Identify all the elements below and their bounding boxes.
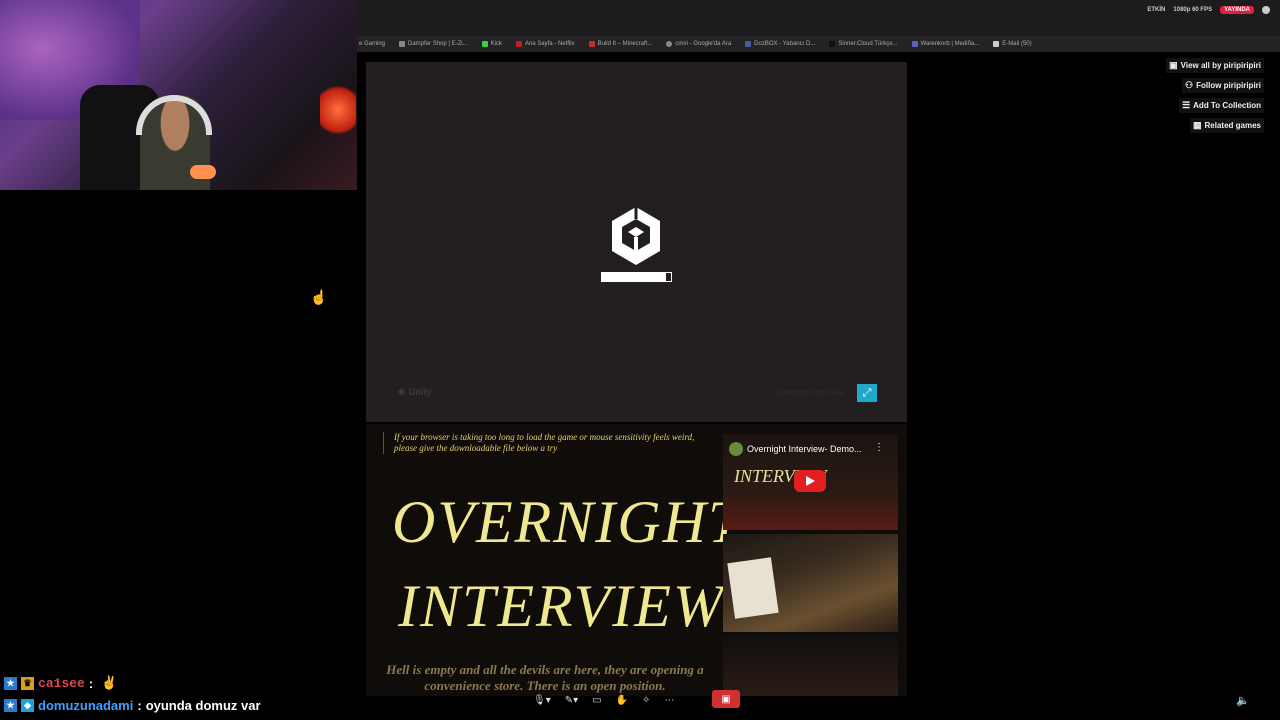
- screenshot-thumbnail[interactable]: [723, 534, 898, 632]
- quality-label: 1080p 60 FPS: [1173, 7, 1213, 13]
- view-all-button[interactable]: ▣ View all by piripiripiri: [1166, 58, 1264, 73]
- webcam-microphone: [190, 165, 216, 179]
- browser-top-bar: ETKİN 1080p 60 FPS YAYINDA: [357, 0, 1280, 36]
- badge-icon: ★: [4, 698, 17, 712]
- related-games-button[interactable]: ▦ Related games: [1190, 118, 1264, 133]
- bookmark-item[interactable]: Build It – Minecraft...: [588, 41, 652, 47]
- chat-message: ★ ◆ domuzunadami : oyunda domuz var: [4, 694, 261, 716]
- game-footer-title: Overnight Interview: [775, 388, 844, 397]
- video-more-icon[interactable]: ⋮: [874, 442, 884, 453]
- record-dot-icon: [1262, 6, 1270, 14]
- bookmark-item[interactable]: e Gaming: [359, 41, 385, 47]
- user-grid-icon: ▣: [1169, 60, 1178, 70]
- live-badge: YAYINDA: [1220, 6, 1254, 14]
- bookmarks-bar: e Gaming Dampfer Shop | E-Zi... Kick Ana…: [357, 36, 1280, 52]
- play-button[interactable]: [794, 470, 826, 492]
- bookmark-item[interactable]: Warenkorb | Mediña...: [911, 41, 979, 47]
- chat-username: ca1see: [38, 675, 85, 691]
- game-title-line1: OVERNIGHT: [392, 489, 744, 555]
- bookmark-favicon-icon: [399, 41, 406, 47]
- bookmark-item[interactable]: cmiri - Google'da Ara: [666, 41, 731, 47]
- browser-note: If your browser is taking too long to lo…: [383, 432, 703, 454]
- microphone-icon[interactable]: 🎙▾: [533, 695, 551, 706]
- video-title[interactable]: Overnight Interview- Demo...: [729, 442, 862, 456]
- screenshot-poster: [727, 557, 779, 619]
- stop-share-button[interactable]: ▣: [712, 690, 740, 708]
- bookmark-item[interactable]: Kick: [481, 41, 502, 47]
- chat-message: ★ ♛ ca1see : ✌: [4, 672, 261, 694]
- crown-badge-icon: ♛: [21, 676, 34, 690]
- unity-footer-logo: ◈ Unity: [398, 386, 432, 397]
- badge-icon: ★: [4, 676, 17, 690]
- diamond-badge-icon: ◆: [21, 698, 34, 712]
- bookmark-favicon-icon: [515, 41, 522, 47]
- bookmark-item[interactable]: DozBOX - Yabancı D...: [745, 41, 815, 47]
- add-to-collection-button[interactable]: ☰ Add To Collection: [1179, 98, 1264, 113]
- unity-logo-icon: [612, 207, 660, 265]
- fullscreen-button[interactable]: ⤢: [857, 384, 877, 402]
- reactions-icon[interactable]: ✋: [616, 695, 628, 706]
- webcam-overlay: [0, 0, 357, 190]
- user-plus-icon: ⚇: [1185, 80, 1194, 90]
- loading-progress-bar: [601, 272, 672, 282]
- bookmark-favicon-icon: [829, 41, 836, 47]
- webcam-lamp: [320, 80, 356, 140]
- bookmark-favicon-icon: [745, 41, 752, 47]
- bookmark-item[interactable]: Dampfer Shop | E-Zi...: [399, 41, 468, 47]
- bookmark-favicon-icon: [666, 41, 673, 47]
- chat-overlay: ★ ♛ ca1see : ✌ ★ ◆ domuzunadami : oyunda…: [4, 672, 261, 716]
- chat-text: oyunda domuz var: [145, 697, 261, 713]
- bookmark-favicon-icon: [993, 41, 1000, 47]
- screen-share-icon[interactable]: ▭: [592, 695, 601, 706]
- play-icon: [806, 476, 815, 486]
- page-actions: ▣ View all by piripiripiri ⚇ Follow piripi…: [1166, 58, 1264, 133]
- loading-progress-fill: [602, 273, 667, 281]
- screenshot-thumbnail[interactable]: [723, 636, 898, 696]
- game-title-line2: INTERVIEW: [398, 573, 725, 639]
- map-icon: ▦: [1193, 120, 1202, 130]
- camera-icon[interactable]: ✎▾: [565, 695, 578, 706]
- emote-icon: ✌: [101, 675, 118, 690]
- bookmark-item[interactable]: Ana Sayfa - Netflix: [515, 41, 575, 47]
- stop-icon: ▣: [721, 693, 731, 705]
- mouse-cursor-icon: ☝: [310, 289, 328, 305]
- unity-small-icon: ◈: [398, 386, 405, 396]
- channel-avatar: [729, 442, 743, 456]
- etkin-label: ETKİN: [1147, 7, 1166, 13]
- bookmark-item[interactable]: E-Mail (50): [993, 41, 1032, 47]
- playlist-add-icon: ☰: [1182, 100, 1191, 110]
- effects-icon[interactable]: ✧: [642, 695, 650, 706]
- obs-status-bar: ETKİN 1080p 60 FPS YAYINDA: [1147, 6, 1270, 14]
- bookmark-favicon-icon: [588, 41, 595, 47]
- volume-icon[interactable]: 🔈: [1236, 694, 1250, 707]
- more-options-icon[interactable]: ⋯: [664, 695, 674, 706]
- follow-button[interactable]: ⚇ Follow piripiripiri: [1182, 78, 1264, 93]
- chat-username: domuzunadami: [38, 697, 134, 713]
- bookmark-favicon-icon: [481, 41, 488, 47]
- expand-icon: ⤢: [862, 386, 872, 399]
- bookmark-favicon-icon: [911, 41, 918, 47]
- bookmark-item[interactable]: Sinner.Cloud Türkçe...: [829, 41, 898, 47]
